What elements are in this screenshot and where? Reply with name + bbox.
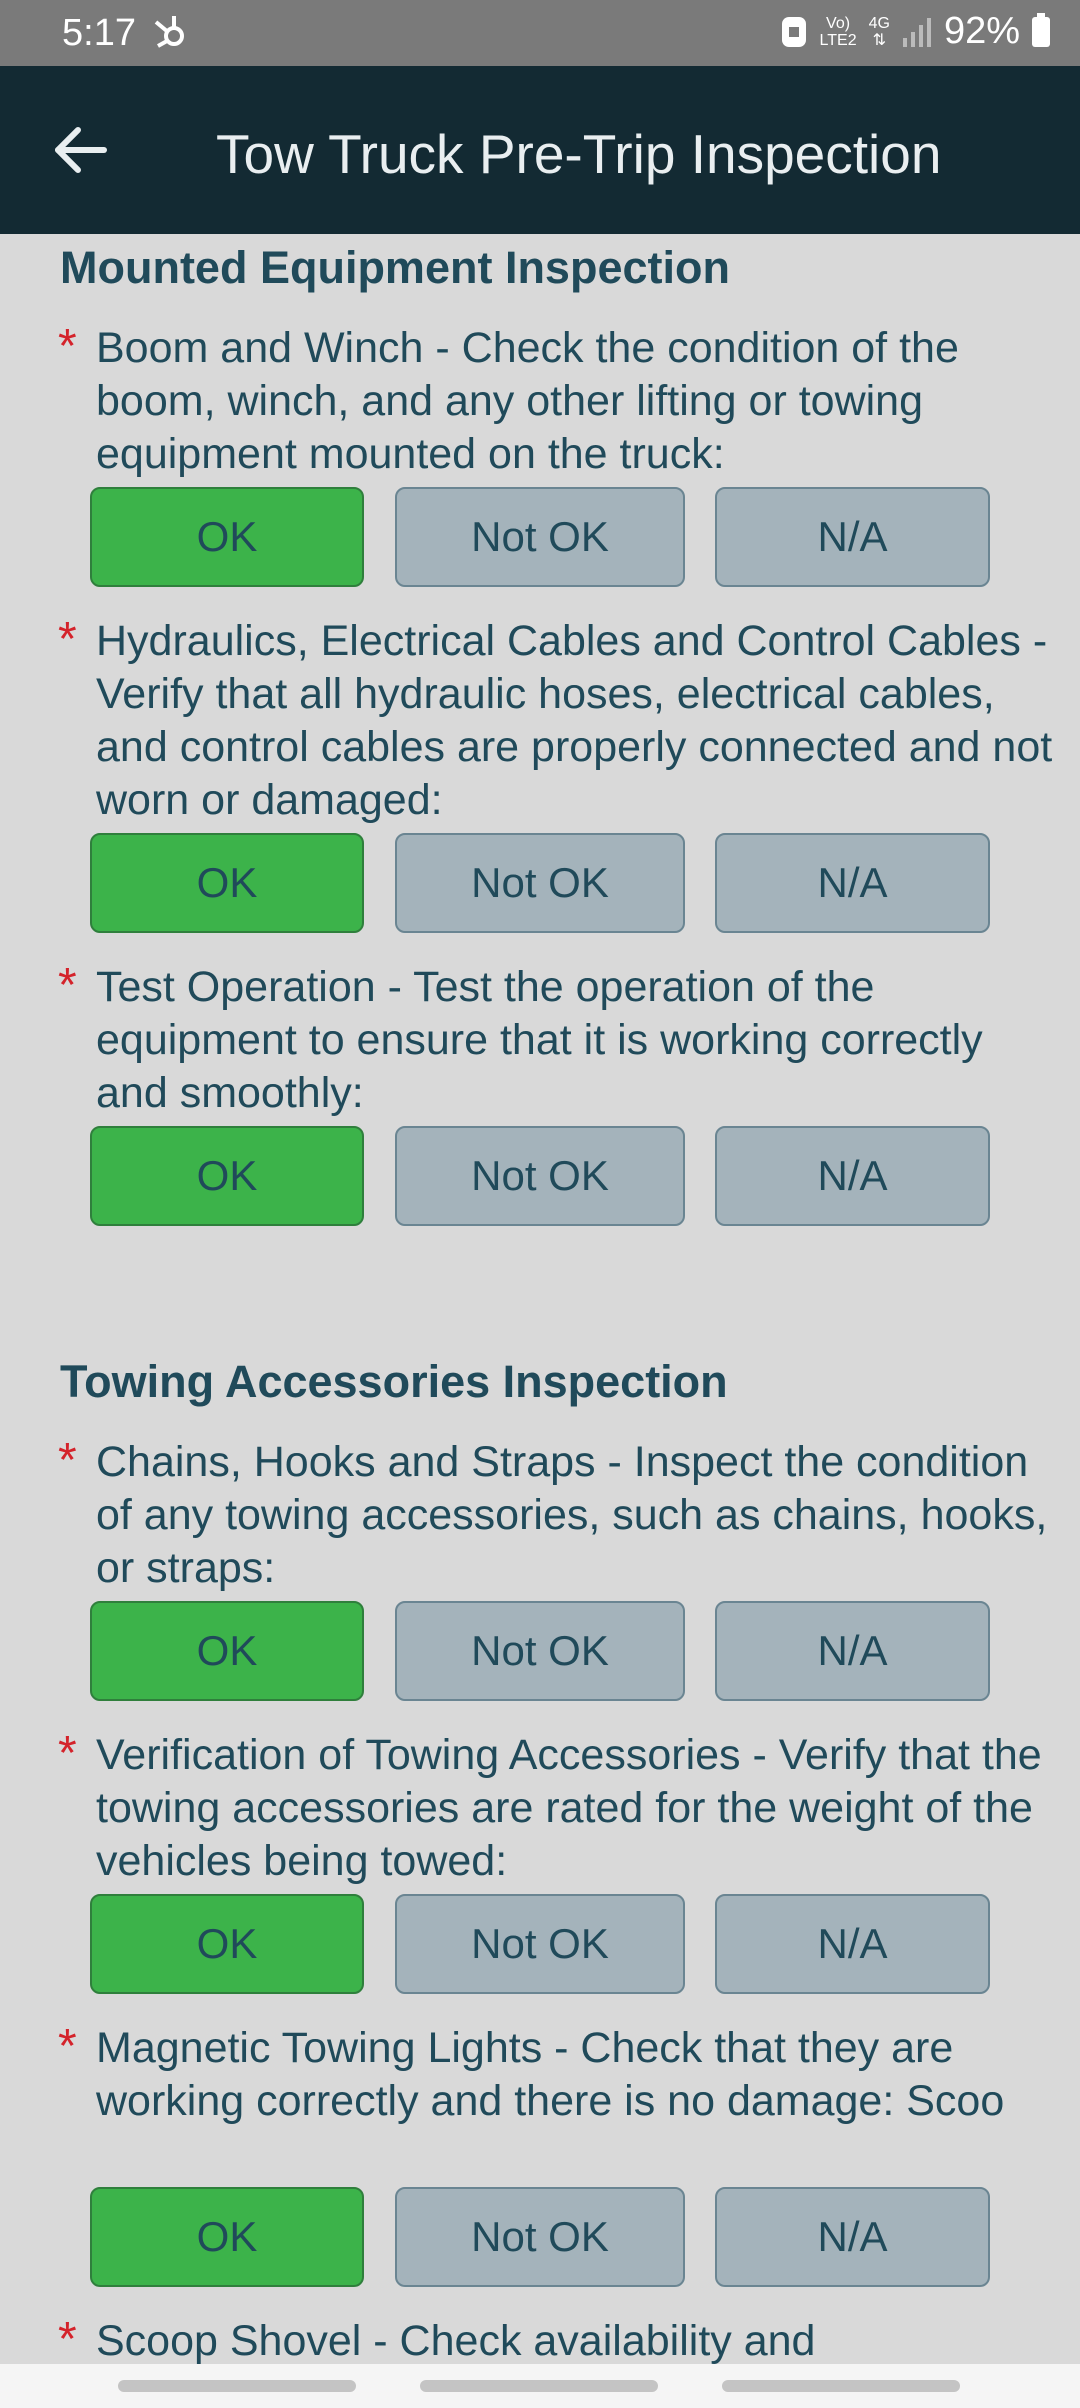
answer-group-boom-winch: OK Not OK N/A (90, 487, 990, 591)
signal-icon (902, 17, 931, 47)
na-button[interactable]: N/A (715, 487, 990, 587)
not-ok-button[interactable]: Not OK (395, 2187, 685, 2287)
na-button[interactable]: N/A (715, 833, 990, 933)
question-test-operation: * Test Operation - Test the operation of… (58, 959, 983, 1117)
system-nav-bar (0, 2364, 1080, 2408)
battery-percent: 92% (943, 10, 1020, 52)
data-indicator: 4G ⇅ (868, 14, 890, 49)
section-title-mounted-equipment: Mounted Equipment Inspection (60, 242, 730, 293)
question-scoop-shovel: * Scoop Shovel - Check availability and (58, 2313, 816, 2364)
network-label: Vo) LTE2 (819, 14, 857, 49)
required-asterisk: * (58, 2313, 77, 2364)
na-button[interactable]: N/A (715, 2187, 990, 2287)
nav-recents-button[interactable] (118, 2380, 356, 2392)
question-hydraulics: * Hydraulics, Electrical Cables and Cont… (58, 613, 1053, 824)
ok-button[interactable]: OK (90, 833, 364, 933)
answer-group-test-operation: OK Not OK N/A (90, 1126, 990, 1230)
not-ok-button[interactable]: Not OK (395, 487, 685, 587)
not-ok-button[interactable]: Not OK (395, 1601, 685, 1701)
ok-button[interactable]: OK (90, 2187, 364, 2287)
page-title: Tow Truck Pre-Trip Inspection (216, 123, 942, 185)
ok-button[interactable]: OK (90, 487, 364, 587)
answer-group-magnetic-lights: OK Not OK N/A (90, 2187, 990, 2291)
data-arrows-icon: ⇅ (872, 31, 886, 49)
inspection-form[interactable]: Mounted Equipment Inspection * Boom and … (0, 234, 1080, 2364)
not-ok-button[interactable]: Not OK (395, 1894, 685, 1994)
ok-button[interactable]: OK (90, 1601, 364, 1701)
answer-group-chains-hooks: OK Not OK N/A (90, 1601, 990, 1705)
na-button[interactable]: N/A (715, 1601, 990, 1701)
ok-button[interactable]: OK (90, 1894, 364, 1994)
required-asterisk: * (58, 613, 77, 666)
required-asterisk: * (58, 320, 77, 373)
question-verification-accessories: * Verification of Towing Accessories - V… (58, 1727, 1042, 1885)
status-time: 5:17 (62, 12, 136, 54)
nav-home-button[interactable] (420, 2380, 658, 2392)
question-magnetic-lights: * Magnetic Towing Lights - Check that th… (58, 2020, 1005, 2125)
section-title-towing-accessories: Towing Accessories Inspection (60, 1356, 728, 1407)
required-asterisk: * (58, 1727, 77, 1780)
not-ok-button[interactable]: Not OK (395, 1126, 685, 1226)
app-bar: Tow Truck Pre-Trip Inspection (0, 66, 1080, 234)
question-chains-hooks: * Chains, Hooks and Straps - Inspect the… (58, 1434, 1048, 1592)
battery-icon (1032, 12, 1050, 47)
answer-group-verification-accessories: OK Not OK N/A (90, 1894, 990, 1998)
back-arrow-icon[interactable] (52, 122, 108, 178)
required-asterisk: * (58, 959, 77, 1012)
question-boom-winch: * Boom and Winch - Check the condition o… (58, 320, 959, 478)
answer-group-hydraulics: OK Not OK N/A (90, 833, 990, 937)
not-ok-button[interactable]: Not OK (395, 833, 685, 933)
status-bar: 5:17 Vo) LTE2 4G ⇅ 92% (0, 0, 1080, 66)
na-button[interactable]: N/A (715, 1894, 990, 1994)
ok-button[interactable]: OK (90, 1126, 364, 1226)
required-asterisk: * (58, 2020, 77, 2073)
required-asterisk: * (58, 1434, 77, 1487)
hub-icon (154, 16, 184, 48)
sync-icon (781, 16, 806, 47)
nav-back-button[interactable] (722, 2380, 960, 2392)
status-indicators: Vo) LTE2 4G ⇅ 92% (780, 10, 1050, 53)
na-button[interactable]: N/A (715, 1126, 990, 1226)
